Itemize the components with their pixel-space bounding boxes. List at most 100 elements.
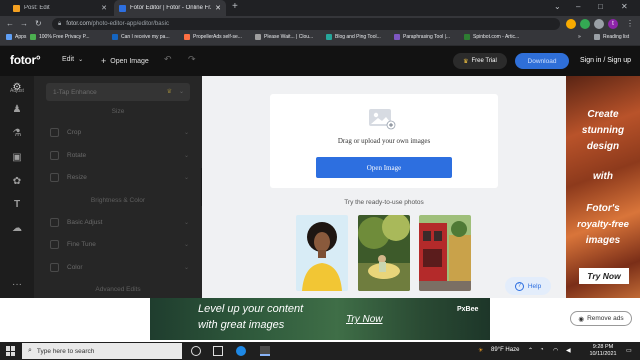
close-window-button[interactable]: ✕ <box>621 2 628 11</box>
bookmark-item[interactable]: Paraphrasing Tool |... <box>394 34 450 40</box>
fotor-logo[interactable]: fotor° <box>10 53 41 67</box>
search-placeholder: Type here to search <box>36 347 95 355</box>
sign-in-link[interactable]: Sign in / Sign up <box>580 57 631 64</box>
open-image-button[interactable]: Open Image <box>316 157 452 178</box>
redo-icon[interactable]: ↷ <box>188 54 196 65</box>
bookmark-item[interactable]: Spinbot.com - Artic... <box>464 34 519 40</box>
volume-icon[interactable]: ◀ <box>566 347 571 354</box>
bottom-ad-banner[interactable]: Level up your content with great images … <box>150 298 490 340</box>
panel-row-color[interactable]: Color ⌄ <box>50 261 189 273</box>
extension-icon[interactable] <box>580 19 590 29</box>
section-title-advanced: Advanced Edits <box>95 286 141 293</box>
fotor-header: fotor° Edit ⌄ + Open Image ↶ ↷ ♛ Free Trial… <box>0 46 640 76</box>
frames-icon[interactable]: ▣ <box>10 150 24 164</box>
chevron-down-icon: ⌄ <box>183 264 189 271</box>
preset-label: 1-Tap Enhance <box>53 88 97 96</box>
edit-menu[interactable]: Edit ⌄ <box>62 56 83 63</box>
bookmark-favicon-icon <box>255 34 261 40</box>
puzzle-icon[interactable] <box>594 19 604 29</box>
remove-ads-button[interactable]: ◉ Remove ads <box>570 311 632 326</box>
minimize-button[interactable]: – <box>576 2 580 11</box>
bookmark-item[interactable]: Apps <box>6 34 26 40</box>
panel-row-fine-tune[interactable]: Fine Tune ⌄ <box>50 238 189 250</box>
ad-text-line: Fotor's <box>586 203 620 214</box>
bookmark-label: Paraphrasing Tool |... <box>403 34 451 40</box>
row-label: Basic Adjust <box>67 218 103 226</box>
sample-photo-street[interactable] <box>419 215 471 291</box>
download-button[interactable]: Download <box>515 53 569 69</box>
image-upload-icon <box>369 109 396 130</box>
edge-icon[interactable] <box>236 346 246 356</box>
menu-kebab-icon[interactable]: ⋮ <box>626 19 634 28</box>
sample-photo-outdoor-image <box>358 215 410 291</box>
pxbee-logo: PxBee <box>457 306 479 313</box>
undo-icon[interactable]: ↶ <box>164 54 172 65</box>
bookmark-favicon-icon <box>326 34 332 40</box>
try-photos-text: Try the ready-to-use photos <box>344 199 424 206</box>
weather-text[interactable]: 89°F Haze <box>491 347 519 353</box>
crown-icon: ♛ <box>166 89 172 95</box>
chevron-down-icon: ⌄ <box>183 241 189 248</box>
panel-row-crop[interactable]: Crop ⌄ <box>50 126 189 138</box>
ad-text-line: with <box>593 171 613 182</box>
tray-chevron-icon[interactable]: ⌃ <box>528 347 533 354</box>
text-icon[interactable]: T <box>10 197 24 211</box>
right-ad-cta-button[interactable]: Try Now <box>579 268 629 284</box>
extension-icon[interactable] <box>566 19 576 29</box>
bookmark-item[interactable]: Please Wait... | Clou... <box>255 34 313 40</box>
weather-icon: ☀ <box>478 348 484 354</box>
reload-icon[interactable]: ↻ <box>35 19 42 28</box>
bookmark-label: Apps <box>15 34 27 40</box>
section-title-color: Brightness & Color <box>90 197 146 204</box>
clock[interactable]: 9:28 PM 10/11/2021 <box>585 344 621 358</box>
network-icon[interactable]: ◔ <box>540 347 544 353</box>
task-view-icon[interactable] <box>213 346 223 356</box>
stickers-icon[interactable]: ✿ <box>10 174 24 188</box>
sample-photo-woman[interactable] <box>296 215 348 291</box>
open-image-header-button[interactable]: + Open Image <box>101 56 149 66</box>
bookmarks-more-button[interactable]: » <box>578 34 581 40</box>
panel-row-resize[interactable]: Resize ⌄ <box>50 171 189 183</box>
bookmark-label: Blog and Ping Tool... <box>335 34 381 40</box>
bookmark-item[interactable]: PropellerAds self-se... <box>184 34 242 40</box>
windows-start-icon[interactable] <box>6 346 16 356</box>
bookmarks-bar: Apps 100% Free Privacy P... Can I receiv… <box>0 32 640 46</box>
cloud-icon[interactable]: ☁ <box>10 221 24 235</box>
browser-tab[interactable]: Post: Edit ✕ <box>8 0 112 16</box>
cortana-icon[interactable] <box>191 346 201 356</box>
taskbar-search-box[interactable]: ⌕ Type here to search <box>22 343 182 359</box>
new-tab-button[interactable]: + <box>232 1 238 12</box>
panel-row-rotate[interactable]: Rotate ⌄ <box>50 149 189 161</box>
free-trial-button[interactable]: ♛ Free Trial <box>453 53 507 69</box>
browser-tab-active[interactable]: Fotor Editor | Fotor - Online Fr... ✕ <box>114 0 226 16</box>
more-icon[interactable]: ··· <box>10 277 24 291</box>
close-tab-icon[interactable]: ✕ <box>215 4 221 12</box>
sample-photo-outdoor[interactable] <box>358 215 410 291</box>
ad-headline-1: Level up your content <box>198 303 304 315</box>
bottom-ad-cta-link[interactable]: Try Now <box>346 314 382 325</box>
panel-row-basic-adjust[interactable]: Basic Adjust ⌄ <box>50 216 189 228</box>
bookmark-item[interactable]: Blog and Ping Tool... <box>326 34 381 40</box>
reading-list-icon <box>594 34 600 40</box>
upload-drop-zone[interactable]: Drag or upload your own images Open Imag… <box>270 94 498 188</box>
bookmark-item[interactable]: Can I receive my pa... <box>112 34 170 40</box>
help-label: Help <box>527 282 542 290</box>
forward-arrow-icon[interactable]: → <box>20 19 28 28</box>
one-tap-enhance-button[interactable]: 1-Tap Enhance ♛ ⌄ <box>46 83 190 101</box>
reading-list-button[interactable]: Reading list <box>594 34 629 40</box>
notifications-icon[interactable]: ▭ <box>626 347 632 354</box>
bookmark-favicon-icon <box>112 34 118 40</box>
back-arrow-icon[interactable]: ← <box>6 19 14 28</box>
maximize-button[interactable]: □ <box>598 2 603 11</box>
beauty-icon[interactable]: ♟ <box>10 102 24 116</box>
close-tab-icon[interactable]: ✕ <box>101 4 107 12</box>
profile-avatar[interactable]: t <box>608 19 618 29</box>
effects-icon[interactable]: ⚗ <box>10 126 24 140</box>
url-bar[interactable]: 🔒︎ fotor.com/photo-editor-app/editor/bas… <box>52 18 560 30</box>
right-ad-banner[interactable]: Create stunning design with Fotor's roya… <box>566 76 640 298</box>
wifi-icon[interactable]: ◠ <box>553 347 558 354</box>
bookmark-item[interactable]: 100% Free Privacy P... <box>30 34 90 40</box>
chrome-icon[interactable] <box>260 346 270 356</box>
tab-search-icon[interactable]: ⌄ <box>554 2 561 11</box>
help-button[interactable]: ? Help <box>505 277 551 295</box>
